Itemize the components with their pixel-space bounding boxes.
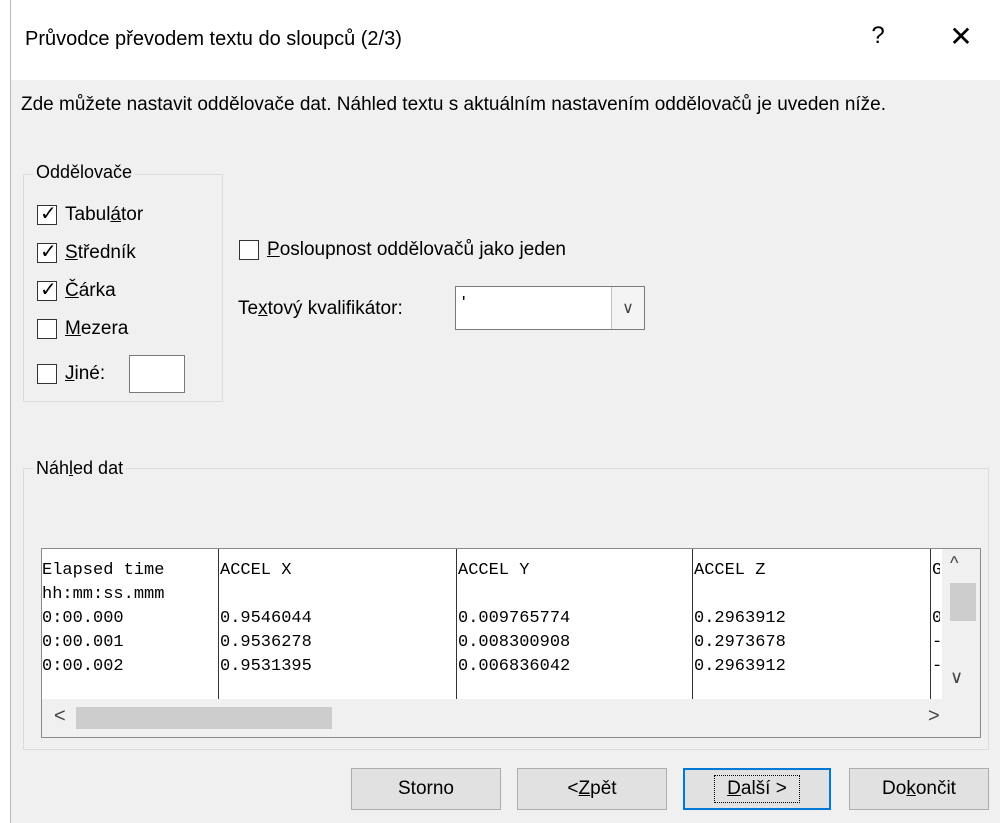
preview-cell: 0 [932,607,940,631]
preview-cell: ACCEL Z [694,561,766,580]
preview-cell: 0.2963912 [694,609,786,628]
data-preview-label: Náhled dat [33,458,127,479]
preview-cell: 0.008300908 [458,633,571,652]
preview-grid: Elapsed time hh:mm:ss.mmm 0:00.000 0:00.… [42,549,940,699]
help-button[interactable]: ? [863,22,893,50]
preview-cell: ACCEL Y [458,561,530,580]
semicolon-checkbox[interactable]: ✓ Středník [37,240,136,266]
close-icon[interactable]: ✕ [941,20,981,53]
chevron-down-icon[interactable]: ∨ [611,287,644,329]
preview-column[interactable]: ACCEL Z 0.2963912 0.2973678 0.2963912 [694,549,931,699]
preview-cell: 0.2963912 [694,657,786,676]
tab-checkbox-label: Tabulátor [65,204,144,225]
preview-cell [694,583,930,607]
other-delimiter-input[interactable] [129,355,186,393]
semicolon-checkbox-box[interactable]: ✓ [37,241,57,263]
text-qualifier-select[interactable]: ' ∨ [455,286,645,330]
space-checkbox-box[interactable] [37,319,57,339]
text-to-columns-dialog: Průvodce převodem textu do sloupců (2/3)… [10,0,1000,823]
preview-cell [220,583,456,607]
delimiters-group-label: Oddělovače [33,162,136,183]
preview-cell [458,583,692,607]
preview-cell: ACCEL X [220,561,292,580]
tab-checkbox[interactable]: ✓ Tabulátor [37,202,143,228]
preview-cell [932,583,940,607]
checkmark-icon: ✓ [40,203,57,225]
preview-cell: 0.2973678 [694,633,786,652]
preview-column[interactable]: ACCEL Y 0.009765774 0.008300908 0.006836… [458,549,693,699]
preview-cell: hh:mm:ss.mmm [42,585,165,604]
finish-button[interactable]: Do k ončit [849,768,989,810]
consecutive-checkbox-box[interactable] [239,240,259,260]
comma-checkbox-box[interactable]: ✓ [37,279,57,301]
comma-checkbox[interactable]: ✓ Čárka [37,278,116,304]
space-checkbox[interactable]: Mezera [37,316,128,342]
other-checkbox-label: Jiné: [65,363,106,384]
other-checkbox-box[interactable] [37,364,57,384]
semicolon-checkbox-label: Středník [65,242,136,263]
preview-column[interactable]: Elapsed time hh:mm:ss.mmm 0:00.000 0:00.… [42,549,219,699]
preview-column[interactable]: GY 0 - - [932,549,940,699]
scroll-up-icon[interactable]: ^ [950,553,958,574]
next-button[interactable]: Další > [683,768,831,810]
checkmark-icon: ✓ [40,241,57,263]
preview-cell: 0.009765774 [458,609,571,628]
space-checkbox-label: Mezera [65,318,129,339]
preview-cell: 0.9536278 [220,633,312,652]
preview-cell: 0.006836042 [458,657,571,676]
preview-cell: 0.9531395 [220,657,312,676]
consecutive-checkbox-label: Posloupnost oddělovačů jako jeden [267,239,566,260]
text-qualifier-value: ' [462,293,466,313]
data-preview-box: Elapsed time hh:mm:ss.mmm 0:00.000 0:00.… [41,548,981,738]
preview-cell: Elapsed time [42,561,165,580]
preview-cell: 0:00.000 [42,609,124,628]
preview-column[interactable]: ACCEL X 0.9546044 0.9536278 0.9531395 [220,549,457,699]
preview-cell: GY [932,559,940,583]
scroll-right-icon[interactable]: > [928,705,940,728]
horizontal-scrollbar[interactable]: < > [42,699,980,737]
instructions-text: Zde můžete nastavit oddělovače dat. Náhl… [21,94,887,115]
title-bar: Průvodce převodem textu do sloupců (2/3)… [11,0,1000,80]
horizontal-scroll-thumb[interactable] [76,707,332,729]
preview-cell: - [932,655,940,679]
preview-cell: - [932,631,940,655]
dialog-title: Průvodce převodem textu do sloupců (2/3) [25,28,402,50]
scroll-down-icon[interactable]: ∨ [950,667,963,688]
preview-cell: 0:00.001 [42,633,124,652]
vertical-scrollbar[interactable]: ^ ∨ [942,549,980,699]
scroll-left-icon[interactable]: < [54,705,66,728]
preview-cell: 0:00.002 [42,657,124,676]
vertical-scroll-thumb[interactable] [950,583,976,621]
other-checkbox[interactable]: Jiné: [37,354,186,394]
tab-checkbox-box[interactable]: ✓ [37,203,57,225]
cancel-button[interactable]: Storno [351,768,501,810]
comma-checkbox-label: Čárka [65,280,116,301]
back-button[interactable]: < Zpět [517,768,667,810]
text-qualifier-label: Textový kvalifikátor: [238,298,403,319]
checkmark-icon: ✓ [40,279,57,301]
consecutive-delimiters-checkbox[interactable]: Posloupnost oddělovačů jako jeden [239,237,566,263]
preview-cell: 0.9546044 [220,609,312,628]
